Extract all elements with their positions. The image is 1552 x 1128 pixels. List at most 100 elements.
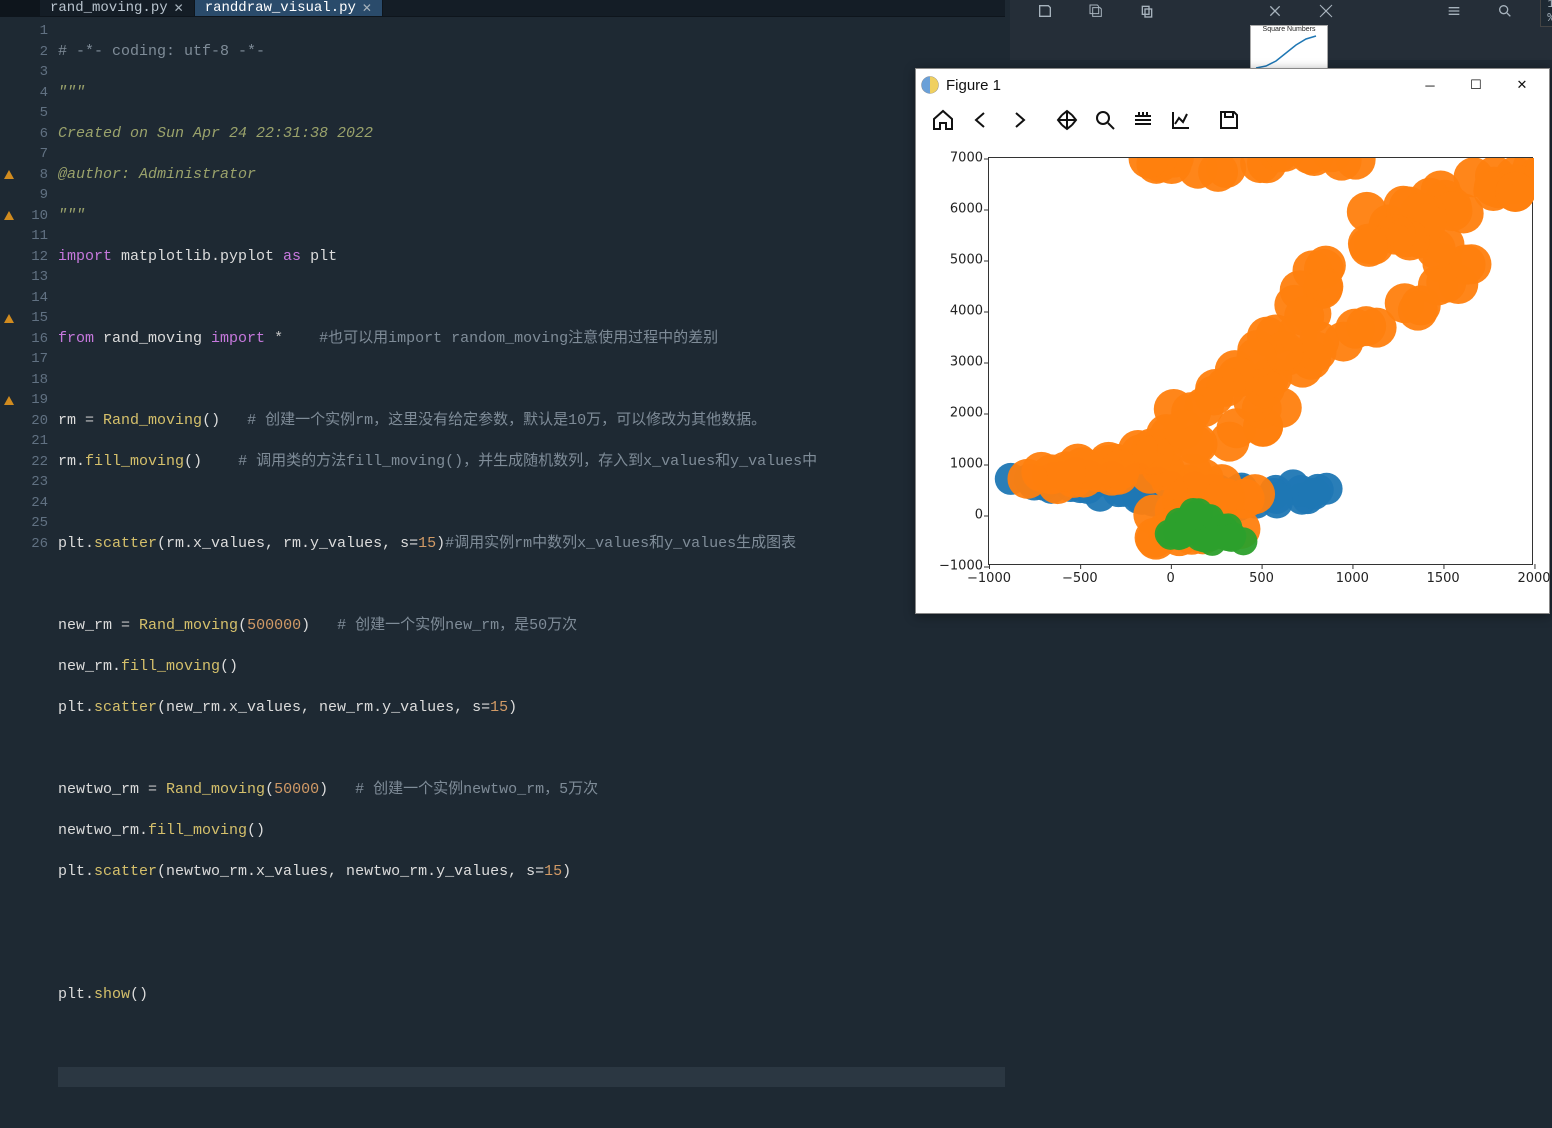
comment: # -*- coding: utf-8 -*- [58,43,265,60]
paren: () [247,822,265,839]
obj: plt. [58,535,94,552]
kw: import [58,248,112,265]
fn: scatter [94,863,157,880]
tab-bar: rand_moving.py ✕ randdraw_visual.py ✕ [0,0,1005,17]
window-title: Figure 1 [946,77,1407,94]
paren: ) [508,699,517,716]
paren: () [220,658,238,675]
paren: ) [562,863,571,880]
close-button[interactable]: ✕ [1499,70,1545,100]
fn: fill_moving [121,658,220,675]
app-icon [920,75,940,95]
fn: show [94,986,130,1003]
minimize-button[interactable]: ─ [1407,70,1453,100]
docstring: @author: Administrator [58,166,256,183]
tab-label: rand_moving.py [50,0,168,16]
plots-toolbar-icons: 1 % [1030,0,1552,22]
num: 15 [418,535,436,552]
args: (new_rm.x_values, new_rm.y_values, s= [157,699,490,716]
paren: () [184,453,202,470]
axes: −100001000200030004000500060007000−1000−… [988,157,1533,565]
var: newtwo_rm. [58,822,148,839]
tab-rand-moving[interactable]: rand_moving.py ✕ [40,0,195,16]
num: 15 [490,699,508,716]
op: = [139,781,166,798]
obj: plt. [58,699,94,716]
hamburger-icon[interactable] [1439,0,1470,27]
module: rand_moving [94,330,211,347]
save-icon[interactable] [1030,0,1061,27]
docstring: """ [58,207,85,224]
fn: fill_moving [85,453,184,470]
args: (rm.x_values, rm.y_values, s= [157,535,418,552]
zoom-level[interactable]: 1 % [1540,0,1552,27]
var: rm [58,412,76,429]
paren: ) [301,617,310,634]
var: rm. [58,453,85,470]
save-icon[interactable] [1212,103,1246,137]
close-icon[interactable]: ✕ [362,1,372,16]
kw: import [211,330,265,347]
titlebar[interactable]: Figure 1 ─ ☐ ✕ [916,69,1549,101]
comment: # 创建一个实例newtwo_rm，5万次 [328,781,598,798]
fn: Rand_moving [139,617,238,634]
mpl-toolbar [916,101,1549,139]
maximize-button[interactable]: ☐ [1453,70,1499,100]
docstring: """ [58,84,85,101]
var: newtwo_rm [58,781,139,798]
ide-panel: rand_moving.py ✕ randdraw_visual.py ✕ 12… [0,0,1005,614]
fn: scatter [94,699,157,716]
zoom-icon[interactable] [1490,0,1521,27]
plot-canvas[interactable]: −100001000200030004000500060007000−1000−… [916,139,1549,613]
module: matplotlib.pyplot [112,248,283,265]
num: 15 [544,863,562,880]
fn: Rand_moving [103,412,202,429]
close-icon[interactable] [1260,0,1291,27]
paren: ) [319,781,328,798]
comment: #调用实例rm中数列x_values和y_values生成图表 [445,535,796,552]
fn: scatter [94,535,157,552]
close-icon[interactable]: ✕ [174,1,184,16]
save-all-icon[interactable] [1081,0,1112,27]
kw: from [58,330,94,347]
obj: plt. [58,986,94,1003]
args: (newtwo_rm.x_values, newtwo_rm.y_values,… [157,863,544,880]
subplots-icon[interactable] [1126,103,1160,137]
fn: Rand_moving [166,781,265,798]
op: = [76,412,103,429]
paren: () [130,986,148,1003]
var: new_rm [58,617,112,634]
delete-all-icon[interactable] [1311,0,1342,27]
back-icon[interactable] [964,103,998,137]
tab-gutter [0,0,40,16]
thumb-plot [1251,33,1327,71]
comment: # 创建一个实例rm，这里没有给定参数，默认是10万，可以修改为其他数据。 [220,412,766,429]
scatter-svg [989,158,1534,566]
code-area[interactable]: # -*- coding: utf-8 -*- """ Created on S… [58,17,1005,1128]
docstring: Created on Sun Apr 24 22:31:38 2022 [58,125,373,142]
tab-label: randdraw_visual.py [205,0,356,16]
home-icon[interactable] [926,103,960,137]
code-editor[interactable]: 1234567891011121314151617181920212223242… [0,17,1005,1128]
tab-randdraw-visual[interactable]: randdraw_visual.py ✕ [195,0,383,16]
paren: () [202,412,220,429]
num: 50000 [274,781,319,798]
zoom-icon[interactable] [1088,103,1122,137]
paren: ( [265,781,274,798]
forward-icon[interactable] [1002,103,1036,137]
paren: ) [436,535,445,552]
axes-icon[interactable] [1164,103,1198,137]
pan-icon[interactable] [1050,103,1084,137]
paren: ( [238,617,247,634]
op: = [112,617,139,634]
copy-icon[interactable] [1131,0,1162,27]
star: * [265,330,283,347]
alias: plt [301,248,337,265]
comment: # 调用类的方法fill_moving()，并生成随机数列，存入到x_value… [202,453,817,470]
figure-window[interactable]: Figure 1 ─ ☐ ✕ −100001000200030004000500… [915,68,1550,614]
comment: # 创建一个实例new_rm，是50万次 [310,617,577,634]
thumb-title: Square Numbers [1251,26,1327,33]
comment: #也可以用import random_moving注意使用过程中的差别 [283,330,718,347]
line-gutter: 1234567891011121314151617181920212223242… [0,17,58,1128]
obj: plt. [58,863,94,880]
